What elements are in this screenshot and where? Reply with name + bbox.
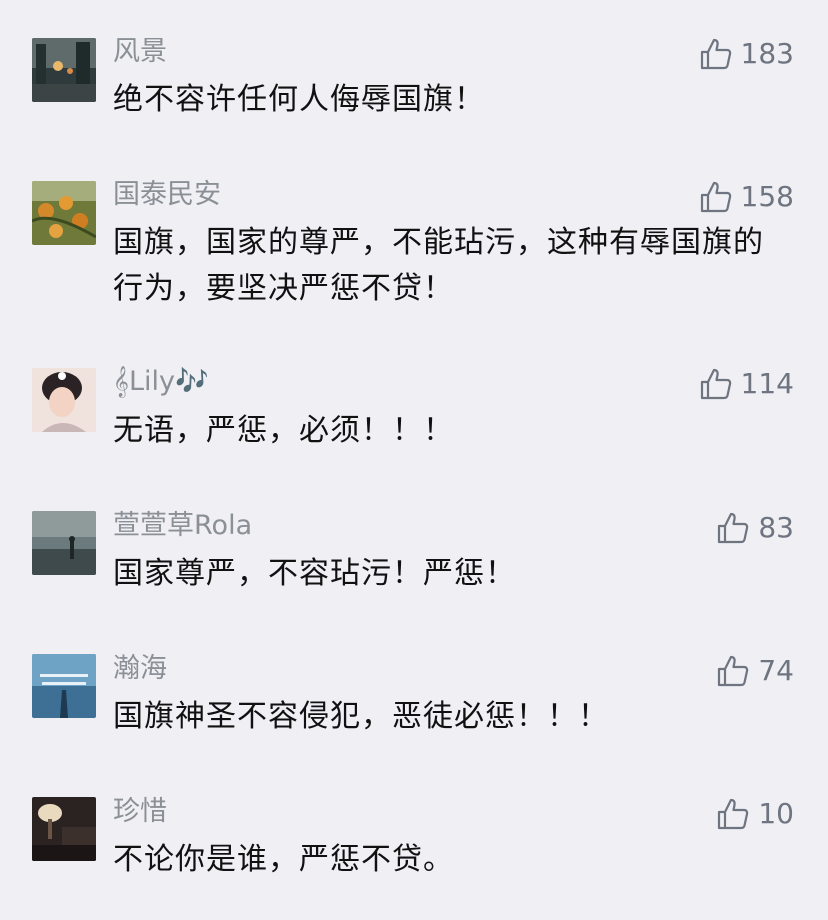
thumbs-up-icon [718,512,749,544]
comment-text: 无语，严惩，必须！！！ [113,413,454,448]
user-avatar[interactable] [32,38,96,102]
avatar-photo-orange-fruit-tree [32,181,96,245]
comment-text: 国旗神圣不容侵犯，恶徒必惩！！！ [113,699,609,734]
like-count: 74 [758,654,794,687]
comment-text: 绝不容许任何人侮辱国旗！ [113,82,485,117]
like-count: 83 [758,511,794,544]
comment-username[interactable]: 风景 [113,36,167,68]
like-count: 114 [740,367,794,400]
avatar-photo-dark-room-lamp [32,797,96,861]
user-avatar[interactable] [32,511,96,575]
comment-username[interactable]: 国泰民安 [113,179,221,211]
comment-text: 国旗，国家的尊严，不能玷污，这种有辱国旗的行为，要坚决严惩不贷！ [113,225,764,306]
comment-username[interactable]: 萱萱草Rola [113,510,252,542]
user-avatar[interactable] [32,797,96,861]
like-button[interactable]: 74 [716,653,794,689]
comment-text: 不论你是谁，严惩不贷。 [113,842,454,877]
comment-username[interactable]: 瀚海 [113,653,167,685]
thumbs-up-icon [718,798,749,830]
user-avatar[interactable] [32,181,96,245]
user-avatar[interactable] [32,654,96,718]
user-avatar[interactable] [32,368,96,432]
avatar-photo-blue-sky-with-text [32,654,96,718]
thumbs-up-icon [718,655,749,687]
thumbs-up-icon [700,38,731,70]
comment-username[interactable]: 𝄞Lily🎶 [113,366,209,398]
comment-username[interactable]: 珍惜 [113,796,167,828]
comment-text: 国家尊严，不容玷污！严惩！ [113,556,516,591]
like-button[interactable]: 83 [716,510,794,546]
thumbs-up-icon [700,368,731,400]
avatar-photo-person-at-sea [32,511,96,575]
like-button[interactable]: 114 [699,366,794,402]
like-button[interactable]: 158 [699,179,794,215]
like-button[interactable]: 10 [716,796,794,832]
like-count: 158 [740,180,794,213]
avatar-photo-city-street [32,38,96,102]
thumbs-up-icon [700,181,731,213]
avatar-photo-woman-portrait [32,368,96,432]
like-count: 10 [758,797,794,830]
like-count: 183 [740,37,794,70]
like-button[interactable]: 183 [699,36,794,72]
